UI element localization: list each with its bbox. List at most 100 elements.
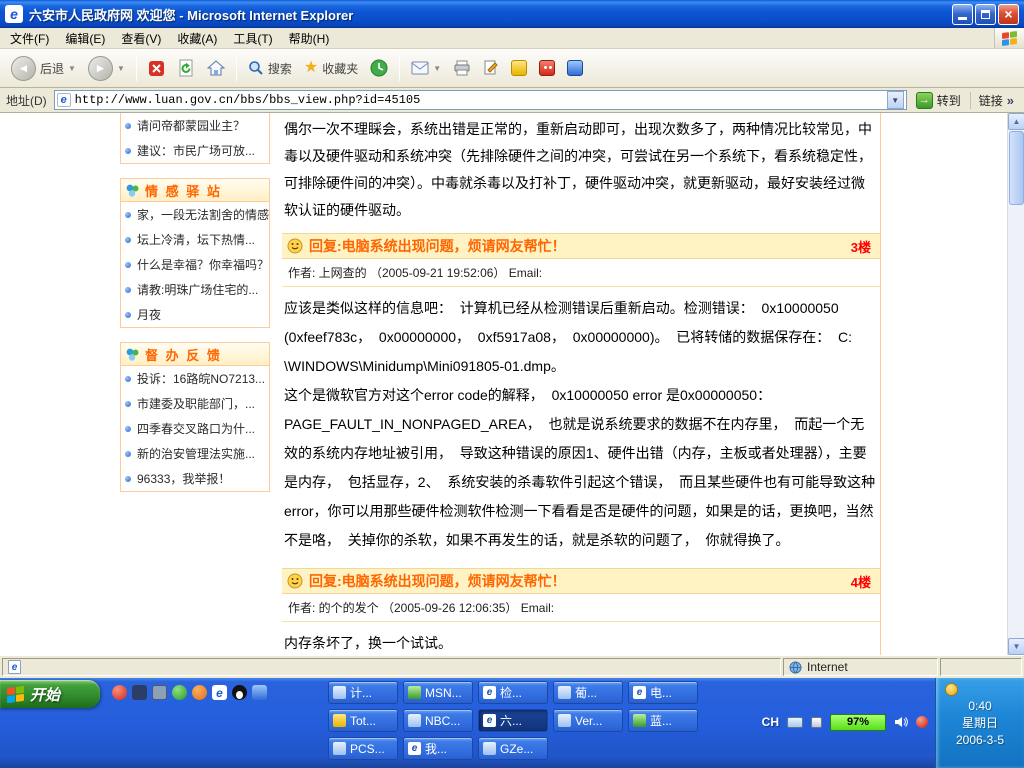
contacts-icon: [567, 60, 583, 76]
window-titlebar[interactable]: e 六安市人民政府网 欢迎您 - Microsoft Internet Expl…: [0, 0, 1024, 28]
maximize-button[interactable]: [975, 4, 996, 25]
forward-dropdown-icon[interactable]: ▼: [117, 64, 125, 73]
history-button[interactable]: [365, 56, 393, 80]
internet-explorer-icon[interactable]: e: [212, 685, 227, 700]
menu-view[interactable]: 查看(V): [113, 27, 169, 50]
address-dropdown-icon[interactable]: ▼: [887, 91, 904, 109]
messenger-button[interactable]: [506, 57, 532, 79]
taskbar: 开始 e 计... MSN... e检... 葡... e电... Tot...…: [0, 678, 1024, 768]
minimize-button[interactable]: [952, 4, 973, 25]
sidebar-link[interactable]: 坛上冷清，坛下热情...: [121, 227, 269, 252]
task-button[interactable]: e检...: [478, 681, 548, 704]
task-label: NBC...: [425, 714, 460, 728]
reply-author-line: 作者: 上网查的 （2005-09-21 19:52:06） Email:: [282, 259, 880, 287]
task-button-active[interactable]: e六...: [478, 709, 548, 732]
task-button[interactable]: PCS...: [328, 737, 398, 760]
sidebar-link[interactable]: 96333，我举报！: [121, 466, 269, 491]
sidebar-link[interactable]: 什么是幸福？你幸福吗？: [121, 252, 269, 277]
menu-edit[interactable]: 编辑(E): [57, 27, 113, 50]
sidebar-link[interactable]: 家，一段无法割舍的情感: [121, 202, 269, 227]
search-icon: [248, 60, 264, 76]
task-button[interactable]: Ver...: [553, 709, 623, 732]
task-button[interactable]: NBC...: [403, 709, 473, 732]
menu-favorites[interactable]: 收藏(A): [169, 27, 225, 50]
quicklaunch-icon-3[interactable]: [152, 685, 167, 700]
sidebar-link[interactable]: 四季春交叉路口为什...: [121, 416, 269, 441]
address-bar: 地址(D) e http://www.luan.gov.cn/bbs/bbs_v…: [0, 88, 1024, 113]
sidebar-link-label: 月夜: [137, 306, 161, 323]
links-bar[interactable]: 链接 »: [970, 92, 1020, 109]
search-button[interactable]: 搜索: [243, 57, 297, 80]
clock-panel[interactable]: 0:40 星期日 2006-3-5: [935, 678, 1024, 768]
task-button[interactable]: Tot...: [328, 709, 398, 732]
sidebar-link-label: 建议：市民广场可放...: [137, 142, 255, 159]
scroll-up-button[interactable]: ▲: [1008, 113, 1024, 130]
tray-app-icon[interactable]: [916, 716, 928, 728]
sidebar-link[interactable]: 请教:明珠广场住宅的...: [121, 277, 269, 302]
toolbar-separator: [136, 55, 137, 81]
home-button[interactable]: [202, 57, 230, 79]
quicklaunch-icon-1[interactable]: [112, 685, 127, 700]
quicklaunch-icon-5[interactable]: [192, 685, 207, 700]
mail-dropdown-icon[interactable]: ▼: [433, 64, 441, 73]
scroll-down-button[interactable]: ▼: [1008, 638, 1024, 655]
sidebar-link[interactable]: 请问帝都蒙园业主？: [121, 113, 269, 138]
quicklaunch-icon-2[interactable]: [132, 685, 147, 700]
start-button[interactable]: 开始: [0, 680, 100, 708]
task-icon: [483, 742, 496, 755]
quicklaunch-icon-8[interactable]: [252, 685, 267, 700]
pen-icon[interactable]: [811, 717, 822, 728]
browser-viewport: 请问帝都蒙园业主？ 建议：市民广场可放... 情 感 驿 站 家，一段无法割舍的…: [0, 113, 1024, 655]
sidebar-link-label: 市建委及职能部门，...: [137, 395, 255, 412]
task-button[interactable]: 计...: [328, 681, 398, 704]
favorites-label: 收藏夹: [322, 60, 358, 77]
edit-button[interactable]: [478, 57, 504, 79]
task-button[interactable]: GZe...: [478, 737, 548, 760]
links-label: 链接: [979, 92, 1003, 109]
mail-button[interactable]: ▼: [406, 58, 446, 78]
chevron-icon[interactable]: »: [1007, 93, 1014, 108]
sidebar-link[interactable]: 市建委及职能部门，...: [121, 391, 269, 416]
language-indicator[interactable]: CH: [762, 715, 779, 729]
edit-icon: [483, 60, 499, 76]
task-button[interactable]: 葡...: [553, 681, 623, 704]
address-input[interactable]: e http://www.luan.gov.cn/bbs/bbs_view.ph…: [54, 90, 907, 110]
document-icon: e: [8, 660, 21, 674]
volume-icon[interactable]: [894, 716, 908, 728]
quicklaunch-icon-4[interactable]: [172, 685, 187, 700]
close-button[interactable]: ×: [998, 4, 1019, 25]
contacts-button[interactable]: [562, 57, 588, 79]
task-icon: [333, 686, 346, 699]
chat-button[interactable]: [534, 57, 560, 79]
messenger-icon: [511, 60, 527, 76]
menu-file[interactable]: 文件(F): [2, 27, 57, 50]
favorites-button[interactable]: ★ 收藏夹: [299, 57, 363, 80]
sidebar-link[interactable]: 投诉：16路皖NO7213...: [121, 366, 269, 391]
task-button[interactable]: MSN...: [403, 681, 473, 704]
task-button[interactable]: 蓝...: [628, 709, 698, 732]
globe-icon: [789, 661, 802, 674]
task-button[interactable]: e我...: [403, 737, 473, 760]
antivirus-tray-icon[interactable]: [945, 683, 958, 696]
back-button[interactable]: ◄ 后退 ▼: [6, 53, 81, 84]
vertical-scrollbar[interactable]: ▲ ▼: [1007, 113, 1024, 655]
stop-button[interactable]: [143, 57, 170, 80]
qq-penguin-icon[interactable]: [232, 685, 247, 700]
back-dropdown-icon[interactable]: ▼: [68, 64, 76, 73]
keyboard-icon[interactable]: [787, 717, 803, 728]
print-icon: [453, 60, 471, 76]
task-label: MSN...: [425, 686, 462, 700]
sidebar-link[interactable]: 新的治安管理法实施...: [121, 441, 269, 466]
go-button[interactable]: → 转到: [912, 90, 965, 111]
battery-indicator[interactable]: 97%: [830, 714, 886, 731]
scrollbar-thumb[interactable]: [1009, 131, 1024, 205]
menu-tools[interactable]: 工具(T): [225, 27, 280, 50]
refresh-button[interactable]: [172, 56, 200, 80]
sidebar-link[interactable]: 建议：市民广场可放...: [121, 138, 269, 163]
task-button[interactable]: e电...: [628, 681, 698, 704]
print-button[interactable]: [448, 57, 476, 79]
back-icon: ◄: [11, 56, 36, 81]
sidebar-link[interactable]: 月夜: [121, 302, 269, 327]
menu-help[interactable]: 帮助(H): [281, 27, 338, 50]
forward-button[interactable]: ► ▼: [83, 53, 130, 84]
